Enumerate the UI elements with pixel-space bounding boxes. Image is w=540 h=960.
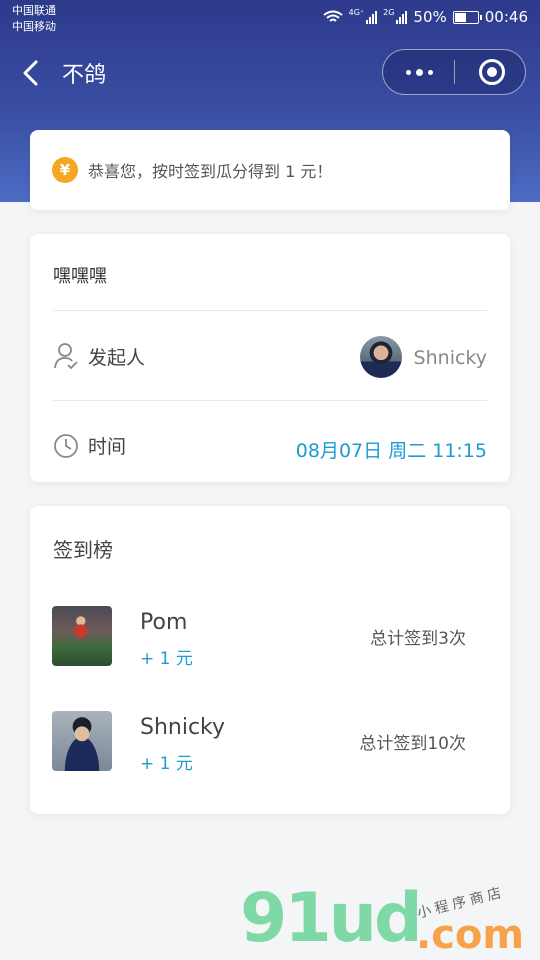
carrier-2: 中国移动	[12, 20, 56, 33]
person-icon	[54, 343, 78, 370]
signal-icon-2	[396, 10, 408, 24]
network-type-2: 2G	[383, 8, 395, 17]
mini-program-capsule	[382, 49, 526, 95]
divider	[53, 310, 487, 311]
watermark: 91ud 小程序商店 .com	[240, 878, 540, 960]
carrier-info: 中国联通 中国移动	[12, 3, 56, 35]
carrier-1: 中国联通	[12, 4, 56, 17]
divider	[53, 400, 487, 401]
reward-notice-card: ¥ 恭喜您，按时签到瓜分得到 1 元！	[30, 130, 510, 210]
status-bar: 中国联通 中国移动 4G⁺ 2G 50% 00:46	[0, 0, 540, 38]
close-mini-program-icon[interactable]	[479, 59, 505, 85]
checkin-leaderboard-card: 签到榜 Pom + 1 元 总计签到3次 Shnicky + 1 元 总计签到1…	[30, 506, 510, 814]
member-checkin-total: 总计签到10次	[359, 734, 466, 754]
yen-icon: ¥	[52, 157, 78, 183]
page-title: 不鸽	[62, 63, 107, 88]
clock: 00:46	[484, 8, 528, 26]
battery-icon	[452, 10, 482, 24]
member-name: Pom	[140, 610, 188, 635]
member-checkin-total: 总计签到3次	[370, 629, 466, 649]
leaderboard-title: 签到榜	[53, 538, 113, 562]
more-options-button[interactable]	[383, 50, 455, 94]
event-info-card: 嘿嘿嘿 发起人 Shnicky 时间 08月07日 周二 11:15	[30, 234, 510, 482]
status-indicators: 4G⁺ 2G 50% 00:46	[322, 8, 528, 26]
avatar	[52, 606, 112, 666]
initiator-label: 发起人	[88, 347, 146, 369]
member-name: Shnicky	[140, 715, 226, 740]
event-title: 嘿嘿嘿	[53, 266, 107, 287]
member-reward: + 1 元	[140, 754, 193, 774]
time-value: 08月07日 周二 11:15	[295, 440, 487, 462]
capsule-divider	[454, 60, 455, 84]
navigation-bar: 不鸽	[0, 44, 540, 102]
wifi-icon	[322, 10, 343, 22]
avatar	[52, 711, 112, 771]
reward-notice-text: 恭喜您，按时签到瓜分得到 1 元！	[88, 162, 333, 181]
list-item[interactable]: Shnicky + 1 元 总计签到10次	[30, 711, 510, 775]
initiator-name: Shnicky	[413, 347, 487, 369]
watermark-domain: .com	[416, 912, 525, 958]
initiator-avatar	[360, 336, 402, 378]
battery-percent: 50%	[413, 8, 447, 26]
back-arrow-icon[interactable]	[20, 60, 42, 86]
clock-icon	[54, 434, 78, 458]
member-reward: + 1 元	[140, 649, 193, 669]
list-item[interactable]: Pom + 1 元 总计签到3次	[30, 606, 510, 670]
watermark-logo: 91ud	[240, 879, 423, 958]
network-type-1: 4G⁺	[348, 8, 365, 17]
time-label: 时间	[88, 436, 127, 458]
signal-icon	[366, 10, 378, 24]
